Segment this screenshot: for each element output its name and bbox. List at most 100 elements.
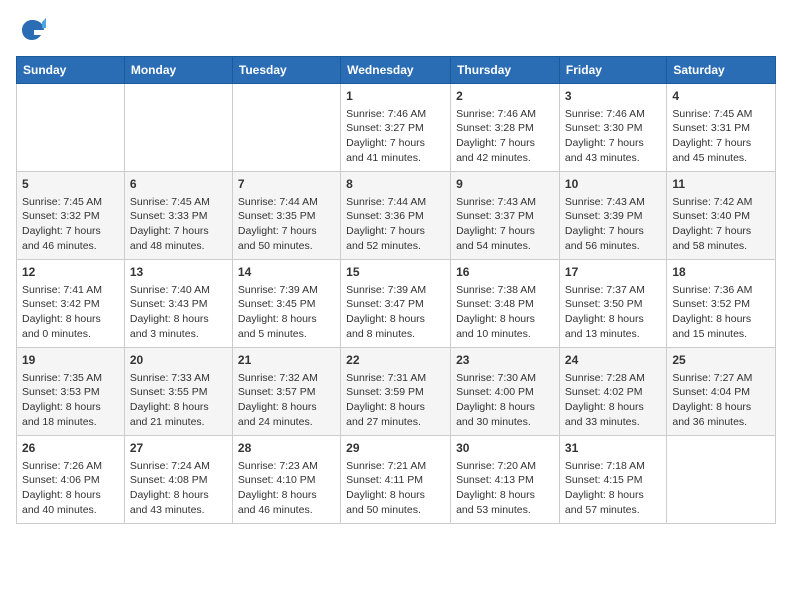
day-number: 27 — [130, 440, 227, 457]
day-number: 11 — [672, 176, 770, 193]
day-info: Sunrise: 7:21 AMSunset: 4:11 PMDaylight:… — [346, 459, 445, 518]
day-info: Sunrise: 7:27 AMSunset: 4:04 PMDaylight:… — [672, 371, 770, 430]
calendar-cell: 3 Sunrise: 7:46 AMSunset: 3:30 PMDaylight… — [559, 84, 666, 172]
calendar-header-wednesday: Wednesday — [341, 57, 451, 84]
day-info: Sunrise: 7:45 AMSunset: 3:33 PMDaylight:… — [130, 195, 227, 254]
day-number: 13 — [130, 264, 227, 281]
calendar-cell: 11 Sunrise: 7:42 AMSunset: 3:40 PMDayligh… — [667, 172, 776, 260]
day-info: Sunrise: 7:46 AMSunset: 3:27 PMDaylight:… — [346, 107, 445, 166]
day-info: Sunrise: 7:23 AMSunset: 4:10 PMDaylight:… — [238, 459, 335, 518]
day-info: Sunrise: 7:26 AMSunset: 4:06 PMDaylight:… — [22, 459, 119, 518]
calendar-cell: 10 Sunrise: 7:43 AMSunset: 3:39 PMDayligh… — [559, 172, 666, 260]
day-number: 1 — [346, 88, 445, 105]
calendar-cell: 13 Sunrise: 7:40 AMSunset: 3:43 PMDayligh… — [124, 260, 232, 348]
day-number: 9 — [456, 176, 554, 193]
calendar-cell — [667, 436, 776, 524]
calendar-header-tuesday: Tuesday — [232, 57, 340, 84]
day-info: Sunrise: 7:43 AMSunset: 3:37 PMDaylight:… — [456, 195, 554, 254]
day-info: Sunrise: 7:46 AMSunset: 3:28 PMDaylight:… — [456, 107, 554, 166]
day-number: 28 — [238, 440, 335, 457]
day-number: 4 — [672, 88, 770, 105]
calendar-cell: 18Sunrise: 7:36 AMSunset: 3:52 PMDayligh… — [667, 260, 776, 348]
calendar-week-row: 12 Sunrise: 7:41 AMSunset: 3:42 PMDayligh… — [17, 260, 776, 348]
calendar-cell: 4 Sunrise: 7:45 AMSunset: 3:31 PMDaylight… — [667, 84, 776, 172]
calendar-cell: 25 Sunrise: 7:27 AMSunset: 4:04 PMDayligh… — [667, 348, 776, 436]
day-info: Sunrise: 7:20 AMSunset: 4:13 PMDaylight:… — [456, 459, 554, 518]
day-info: Sunrise: 7:38 AMSunset: 3:48 PMDaylight:… — [456, 283, 554, 342]
calendar-week-row: 5Sunrise: 7:45 AMSunset: 3:32 PMDaylight… — [17, 172, 776, 260]
calendar-week-row: 19 Sunrise: 7:35 AMSunset: 3:53 PMDayligh… — [17, 348, 776, 436]
day-info: Sunrise: 7:44 AMSunset: 3:36 PMDaylight:… — [346, 195, 445, 254]
calendar-cell — [232, 84, 340, 172]
day-number: 21 — [238, 352, 335, 369]
calendar-cell: 14 Sunrise: 7:39 AMSunset: 3:45 PMDayligh… — [232, 260, 340, 348]
day-info: Sunrise: 7:36 AMSunset: 3:52 PMDaylight:… — [672, 283, 770, 342]
day-info: Sunrise: 7:37 AMSunset: 3:50 PMDaylight:… — [565, 283, 661, 342]
calendar-cell: 9 Sunrise: 7:43 AMSunset: 3:37 PMDaylight… — [451, 172, 560, 260]
logo-icon — [18, 16, 46, 44]
calendar-cell — [124, 84, 232, 172]
calendar-cell — [17, 84, 125, 172]
calendar-cell: 19 Sunrise: 7:35 AMSunset: 3:53 PMDayligh… — [17, 348, 125, 436]
calendar-cell: 30Sunrise: 7:20 AMSunset: 4:13 PMDayligh… — [451, 436, 560, 524]
day-number: 23 — [456, 352, 554, 369]
day-info: Sunrise: 7:31 AMSunset: 3:59 PMDaylight:… — [346, 371, 445, 430]
day-info: Sunrise: 7:45 AMSunset: 3:31 PMDaylight:… — [672, 107, 770, 166]
calendar: SundayMondayTuesdayWednesdayThursdayFrid… — [16, 56, 776, 524]
calendar-cell: 2Sunrise: 7:46 AMSunset: 3:28 PMDaylight… — [451, 84, 560, 172]
calendar-cell: 29 Sunrise: 7:21 AMSunset: 4:11 PMDayligh… — [341, 436, 451, 524]
calendar-cell: 16 Sunrise: 7:38 AMSunset: 3:48 PMDayligh… — [451, 260, 560, 348]
day-number: 5 — [22, 176, 119, 193]
header — [16, 16, 776, 44]
day-number: 20 — [130, 352, 227, 369]
day-info: Sunrise: 7:46 AMSunset: 3:30 PMDaylight:… — [565, 107, 661, 166]
day-info: Sunrise: 7:18 AMSunset: 4:15 PMDaylight:… — [565, 459, 661, 518]
day-info: Sunrise: 7:42 AMSunset: 3:40 PMDaylight:… — [672, 195, 770, 254]
day-number: 22 — [346, 352, 445, 369]
day-info: Sunrise: 7:43 AMSunset: 3:39 PMDaylight:… — [565, 195, 661, 254]
day-number: 17 — [565, 264, 661, 281]
calendar-cell: 24 Sunrise: 7:28 AMSunset: 4:02 PMDayligh… — [559, 348, 666, 436]
day-info: Sunrise: 7:39 AMSunset: 3:47 PMDaylight:… — [346, 283, 445, 342]
day-number: 26 — [22, 440, 119, 457]
calendar-cell: 26 Sunrise: 7:26 AMSunset: 4:06 PMDayligh… — [17, 436, 125, 524]
day-number: 25 — [672, 352, 770, 369]
calendar-header-monday: Monday — [124, 57, 232, 84]
logo — [16, 16, 46, 44]
day-number: 16 — [456, 264, 554, 281]
day-number: 24 — [565, 352, 661, 369]
calendar-cell: 31 Sunrise: 7:18 AMSunset: 4:15 PMDayligh… — [559, 436, 666, 524]
day-info: Sunrise: 7:35 AMSunset: 3:53 PMDaylight:… — [22, 371, 119, 430]
day-info: Sunrise: 7:24 AMSunset: 4:08 PMDaylight:… — [130, 459, 227, 518]
day-number: 14 — [238, 264, 335, 281]
day-number: 12 — [22, 264, 119, 281]
day-number: 15 — [346, 264, 445, 281]
day-number: 29 — [346, 440, 445, 457]
calendar-cell: 6Sunrise: 7:45 AMSunset: 3:33 PMDaylight… — [124, 172, 232, 260]
calendar-cell: 28 Sunrise: 7:23 AMSunset: 4:10 PMDayligh… — [232, 436, 340, 524]
calendar-cell: 22 Sunrise: 7:31 AMSunset: 3:59 PMDayligh… — [341, 348, 451, 436]
day-number: 8 — [346, 176, 445, 193]
calendar-week-row: 26 Sunrise: 7:26 AMSunset: 4:06 PMDayligh… — [17, 436, 776, 524]
day-number: 10 — [565, 176, 661, 193]
day-info: Sunrise: 7:28 AMSunset: 4:02 PMDaylight:… — [565, 371, 661, 430]
calendar-cell: 17 Sunrise: 7:37 AMSunset: 3:50 PMDayligh… — [559, 260, 666, 348]
calendar-cell: 23Sunrise: 7:30 AMSunset: 4:00 PMDayligh… — [451, 348, 560, 436]
day-number: 19 — [22, 352, 119, 369]
calendar-cell: 12 Sunrise: 7:41 AMSunset: 3:42 PMDayligh… — [17, 260, 125, 348]
calendar-cell: 20 Sunrise: 7:33 AMSunset: 3:55 PMDayligh… — [124, 348, 232, 436]
day-info: Sunrise: 7:39 AMSunset: 3:45 PMDaylight:… — [238, 283, 335, 342]
day-info: Sunrise: 7:33 AMSunset: 3:55 PMDaylight:… — [130, 371, 227, 430]
day-info: Sunrise: 7:40 AMSunset: 3:43 PMDaylight:… — [130, 283, 227, 342]
calendar-cell: 7 Sunrise: 7:44 AMSunset: 3:35 PMDaylight… — [232, 172, 340, 260]
day-number: 7 — [238, 176, 335, 193]
day-info: Sunrise: 7:41 AMSunset: 3:42 PMDaylight:… — [22, 283, 119, 342]
day-info: Sunrise: 7:44 AMSunset: 3:35 PMDaylight:… — [238, 195, 335, 254]
calendar-cell: 1 Sunrise: 7:46 AMSunset: 3:27 PMDaylight… — [341, 84, 451, 172]
calendar-cell: 15 Sunrise: 7:39 AMSunset: 3:47 PMDayligh… — [341, 260, 451, 348]
day-number: 3 — [565, 88, 661, 105]
calendar-header-sunday: Sunday — [17, 57, 125, 84]
day-number: 31 — [565, 440, 661, 457]
calendar-cell: 8 Sunrise: 7:44 AMSunset: 3:36 PMDaylight… — [341, 172, 451, 260]
calendar-header-thursday: Thursday — [451, 57, 560, 84]
